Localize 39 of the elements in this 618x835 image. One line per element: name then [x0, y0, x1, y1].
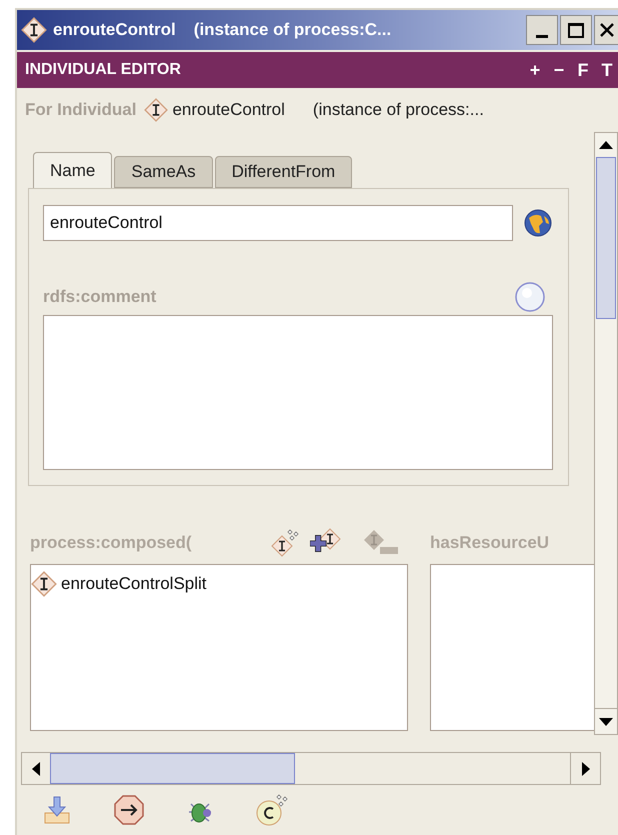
- scroll-left-icon[interactable]: [32, 762, 40, 776]
- maximize-button[interactable]: [560, 15, 592, 45]
- scroll-up-icon[interactable]: [599, 141, 613, 149]
- editor-title: INDIVIDUAL EDITOR: [25, 60, 181, 80]
- minimize-button[interactable]: [526, 15, 558, 45]
- individual-name: enrouteControl: [172, 99, 285, 122]
- individual-icon: [31, 571, 57, 597]
- header-action-button[interactable]: −: [552, 61, 566, 79]
- scrollbar-thumb[interactable]: [596, 157, 616, 319]
- header-action-button[interactable]: T: [600, 61, 614, 79]
- minimize-icon: [536, 35, 548, 38]
- scroll-down-icon[interactable]: [599, 718, 613, 726]
- individual-icon: [144, 98, 168, 122]
- horizontal-scrollbar[interactable]: [21, 752, 601, 785]
- individual-icon: [21, 17, 47, 43]
- window-subtitle: (instance of process:C...: [194, 19, 392, 42]
- maximize-icon: [568, 22, 584, 38]
- vertical-scrollbar[interactable]: [594, 132, 618, 735]
- scroll-right-icon[interactable]: [582, 762, 590, 776]
- window-title: enrouteControl: [53, 19, 176, 42]
- name-field[interactable]: enrouteControl: [43, 205, 513, 241]
- tab[interactable]: DifferentFrom: [214, 156, 352, 188]
- scrollbar-thumb[interactable]: [50, 753, 295, 784]
- close-button[interactable]: [594, 15, 618, 45]
- comment-label: rdfs:comment: [43, 286, 156, 308]
- tab[interactable]: Name: [33, 152, 112, 188]
- radio-icon[interactable]: [514, 281, 546, 313]
- class-icon[interactable]: [255, 793, 289, 827]
- list-item[interactable]: enrouteControlSplit: [61, 571, 207, 597]
- for-individual-label: For Individual: [25, 99, 136, 122]
- arrow-icon[interactable]: [113, 794, 145, 826]
- globe-icon[interactable]: [523, 208, 553, 238]
- tab[interactable]: SameAs: [114, 156, 213, 188]
- slot-label: process:composed(: [30, 532, 193, 554]
- close-icon: [598, 22, 614, 38]
- header-action-button[interactable]: +: [528, 61, 542, 79]
- slot-label: hasResourceU: [430, 532, 550, 554]
- individual-type: (instance of process:...: [312, 99, 484, 122]
- header-action-button[interactable]: F: [576, 61, 590, 79]
